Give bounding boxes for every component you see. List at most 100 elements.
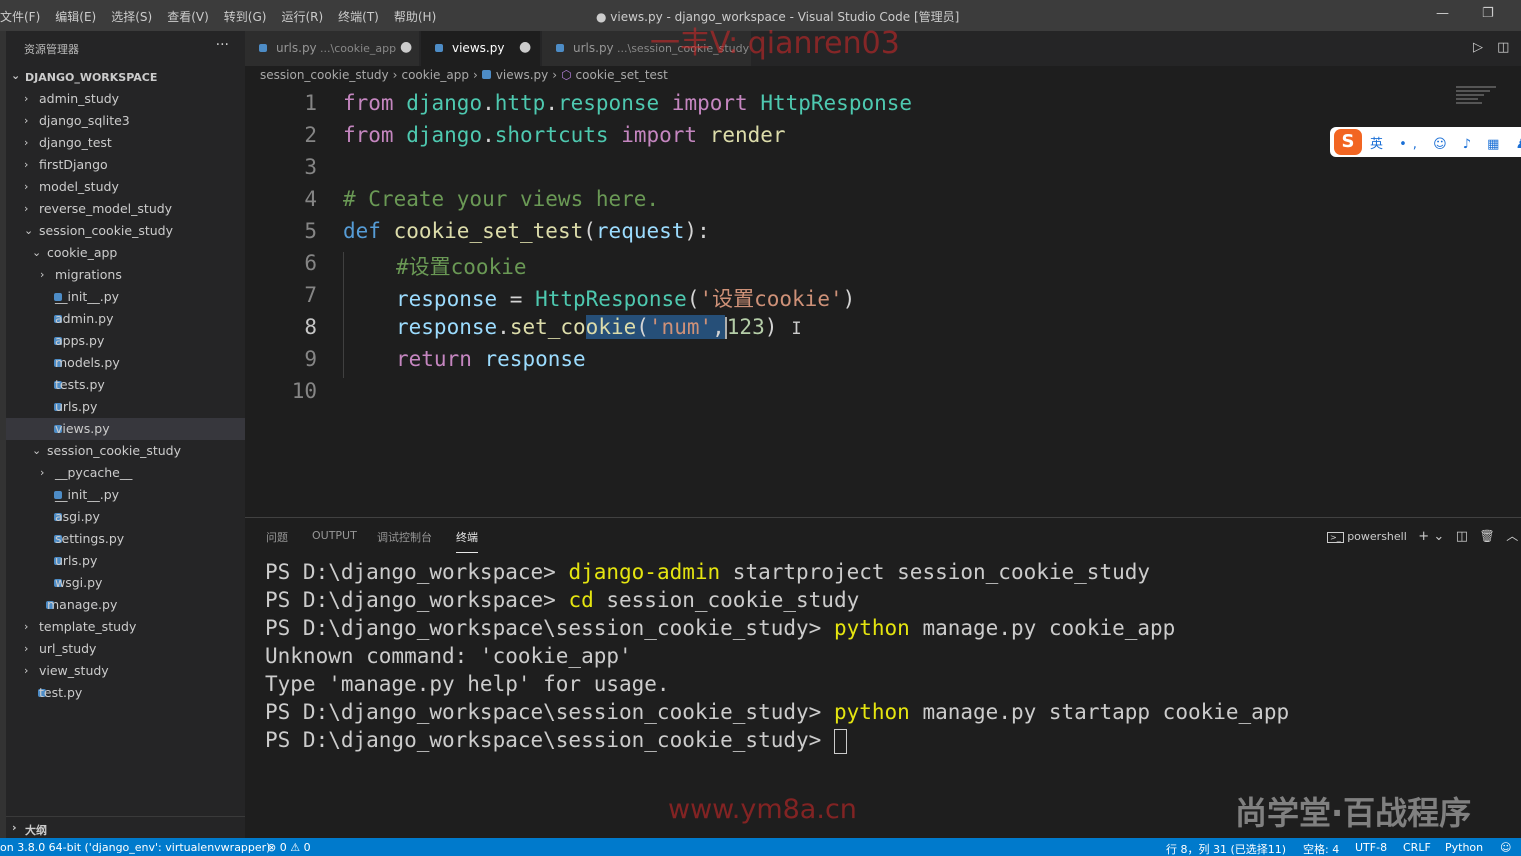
run-icon[interactable]: ▷: [1473, 40, 1483, 55]
file-item[interactable]: admin.py: [6, 308, 245, 330]
tab-terminal[interactable]: 终端: [456, 529, 478, 553]
terminal-output[interactable]: PS D:\django_workspace> django-admin sta…: [265, 558, 1289, 754]
tree-item-label: cookie_app: [47, 245, 118, 260]
outline-section[interactable]: › 大纲: [6, 816, 245, 838]
operator: =: [497, 287, 536, 311]
file-item[interactable]: settings.py: [6, 528, 245, 550]
breadcrumb-folder[interactable]: session_cookie_study: [260, 68, 389, 82]
file-item[interactable]: asgi.py: [6, 506, 245, 528]
file-item[interactable]: test.py: [6, 682, 245, 704]
folder-item[interactable]: › __pycache__: [6, 462, 245, 484]
feedback-icon[interactable]: ☺: [1500, 841, 1511, 854]
file-item[interactable]: manage.py: [6, 594, 245, 616]
line-ending[interactable]: CRLF: [1403, 841, 1431, 854]
tab-problems[interactable]: 问题: [266, 529, 288, 545]
tree-item-label: __pycache__: [55, 465, 133, 480]
tab-output[interactable]: OUTPUT: [312, 529, 357, 542]
problems-indicator[interactable]: ⊗ 0 ⚠ 0: [267, 841, 311, 854]
breadcrumb-subfolder[interactable]: cookie_app: [401, 68, 469, 82]
folder-item[interactable]: › template_study: [6, 616, 245, 638]
language-mode[interactable]: Python: [1445, 841, 1483, 854]
breadcrumb-symbol[interactable]: cookie_set_test: [576, 68, 668, 82]
module: django: [406, 91, 483, 115]
file-item[interactable]: models.py: [6, 352, 245, 374]
punct: .: [482, 123, 495, 147]
chevron-right-icon: ›: [24, 136, 29, 149]
file-item[interactable]: urls.py: [6, 550, 245, 572]
maximize-button[interactable]: ❐: [1482, 6, 1494, 21]
explorer-title: 资源管理器: [24, 43, 79, 56]
tab-views[interactable]: views.py ●: [421, 31, 541, 66]
tab-urls-session[interactable]: urls.py ...\session_cookie_study: [542, 31, 752, 66]
tab-urls-cookie-app[interactable]: urls.py ...\cookie_app ●: [245, 31, 420, 66]
folder-item[interactable]: ⌄ session_cookie_study: [6, 440, 245, 462]
module: http: [494, 91, 546, 115]
terminal-prompt: PS D:\django_workspace>: [265, 560, 569, 584]
tree-item-label: wsgi.py: [55, 575, 103, 590]
line-number: 5: [304, 219, 317, 243]
split-editor-icon[interactable]: ◫: [1497, 40, 1509, 55]
terminal-line: PS D:\django_workspace\session_cookie_st…: [265, 726, 1289, 754]
folder-item[interactable]: ⌄ session_cookie_study: [6, 220, 245, 242]
trash-icon[interactable]: 🗑: [1480, 529, 1495, 543]
chevron-down-icon: ⌄: [11, 69, 21, 82]
indentation[interactable]: 空格: 4: [1303, 841, 1339, 856]
menu-file[interactable]: 文件(F): [0, 8, 40, 25]
unsaved-dot-icon[interactable]: ●: [519, 39, 531, 55]
more-actions-icon[interactable]: ···: [216, 37, 229, 53]
menu-edit[interactable]: 编辑(E): [55, 8, 96, 25]
breadcrumb-file[interactable]: views.py: [496, 68, 548, 82]
encoding[interactable]: UTF-8: [1355, 841, 1387, 854]
menu-terminal[interactable]: 终端(T): [338, 8, 379, 25]
add-terminal-icon[interactable]: + ⌄: [1418, 529, 1444, 544]
file-item[interactable]: tests.py: [6, 374, 245, 396]
python-interpreter[interactable]: on 3.8.0 64-bit ('django_env': virtualen…: [0, 841, 270, 854]
folder-item[interactable]: › firstDjango: [6, 154, 245, 176]
menu-run[interactable]: 运行(R): [281, 8, 323, 25]
menu-go[interactable]: 转到(G): [224, 8, 267, 25]
minimap[interactable]: [1456, 86, 1506, 106]
punct: .: [497, 315, 510, 339]
python-file-icon: [259, 44, 267, 52]
file-item[interactable]: wsgi.py: [6, 572, 245, 594]
file-item[interactable]: apps.py: [6, 330, 245, 352]
terminal-prompt: PS D:\django_workspace>: [265, 588, 569, 612]
ime-toolbar[interactable]: S 英 •, ☺ ♪ ▦ ♟ ⇡: [1330, 127, 1521, 157]
unsaved-dot-icon[interactable]: ●: [400, 39, 412, 55]
module: django: [406, 123, 483, 147]
menu-help[interactable]: 帮助(H): [394, 8, 436, 25]
tab-debug-console[interactable]: 调试控制台: [377, 529, 432, 545]
python-file-icon: [556, 44, 564, 52]
python-file-icon: [435, 44, 443, 52]
shell-selector[interactable]: powershell: [1347, 530, 1407, 543]
folder-item[interactable]: › model_study: [6, 176, 245, 198]
code-line: response.set_cookie('num',123) I: [396, 315, 802, 339]
selected-string: 'num': [648, 315, 713, 339]
folder-item[interactable]: › django_sqlite3: [6, 110, 245, 132]
function-name: set_co: [509, 315, 586, 339]
terminal-line: PS D:\django_workspace> django-admin sta…: [265, 558, 1289, 586]
maximize-panel-icon[interactable]: ︿: [1506, 529, 1518, 543]
ime-status[interactable]: 英 •, ☺ ♪ ▦ ♟ ⇡: [1370, 133, 1521, 152]
folder-item[interactable]: ⌄ cookie_app: [6, 242, 245, 264]
folder-item[interactable]: › url_study: [6, 638, 245, 660]
file-item[interactable]: urls.py: [6, 396, 245, 418]
workspace-header[interactable]: ⌄ DJANGO_WORKSPACE: [6, 68, 245, 88]
cursor-position[interactable]: 行 8，列 31 (已选择11): [1166, 841, 1286, 856]
menu-view[interactable]: 查看(V): [167, 8, 209, 25]
folder-item[interactable]: › reverse_model_study: [6, 198, 245, 220]
file-item[interactable]: __init__.py: [6, 286, 245, 308]
line-number: 8: [304, 315, 317, 339]
folder-item[interactable]: › django_test: [6, 132, 245, 154]
folder-item[interactable]: › admin_study: [6, 88, 245, 110]
file-item[interactable]: views.py: [6, 418, 245, 440]
line-number: 9: [304, 347, 317, 371]
folder-item[interactable]: › migrations: [6, 264, 245, 286]
split-terminal-icon[interactable]: ◫: [1456, 529, 1468, 544]
tree-item-label: asgi.py: [55, 509, 100, 524]
folder-item[interactable]: › view_study: [6, 660, 245, 682]
minimize-button[interactable]: —: [1436, 6, 1449, 21]
file-item[interactable]: __init__.py: [6, 484, 245, 506]
menu-selection[interactable]: 选择(S): [111, 8, 152, 25]
tree-item-label: tests.py: [55, 377, 105, 392]
